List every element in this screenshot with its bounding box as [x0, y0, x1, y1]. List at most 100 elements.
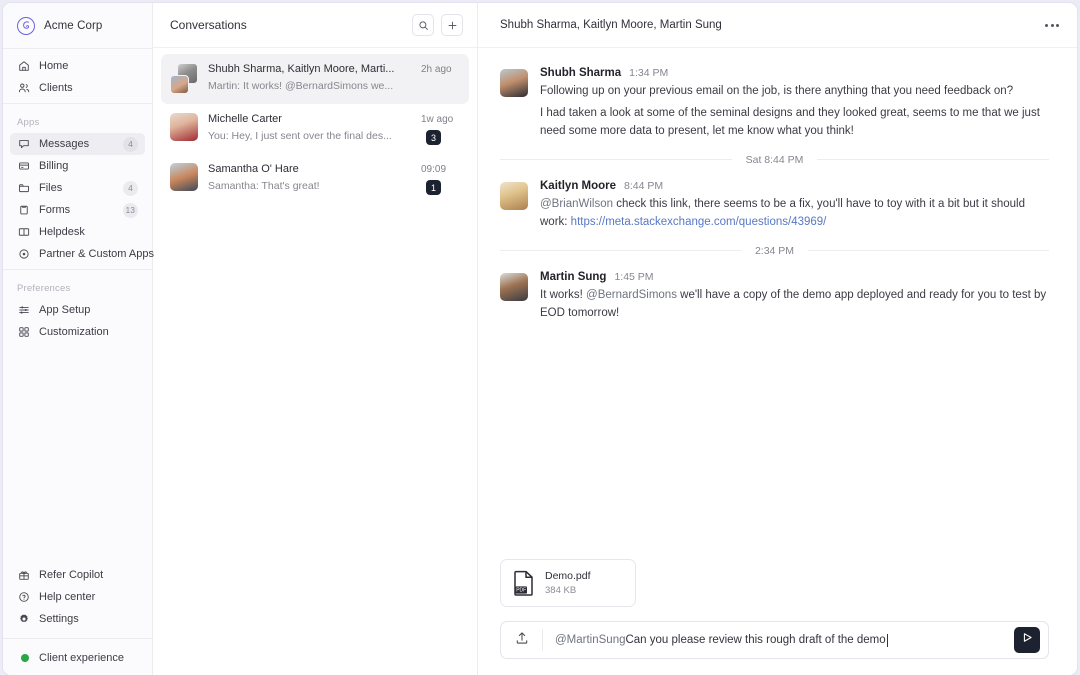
plus-icon [447, 20, 458, 31]
sidebar-item-partner-apps[interactable]: Partner & Custom Apps [10, 243, 145, 265]
svg-text:PDF: PDF [516, 588, 526, 594]
avatar [500, 182, 528, 210]
nav-group-main: Home Clients [3, 49, 152, 103]
forms-badge: 13 [123, 203, 138, 218]
status-dot-icon [17, 652, 30, 665]
sidebar-item-customization[interactable]: Customization [10, 321, 145, 343]
partner-icon [17, 248, 30, 261]
unread-badge: 3 [426, 130, 441, 145]
message-link[interactable]: https://meta.stackexchange.com/questions… [571, 216, 827, 228]
conversations-title: Conversations [170, 18, 405, 32]
conversation-preview: Samantha: That's great! [208, 180, 418, 192]
avatar-wrap [170, 113, 198, 145]
date-divider: Sat 8:44 PM [500, 145, 1049, 173]
forms-icon [17, 204, 30, 217]
send-button[interactable] [1014, 627, 1040, 653]
message-author: Shubh Sharma [540, 67, 621, 79]
mention[interactable]: @BrianWilson [540, 198, 613, 210]
sidebar-item-helpdesk-label: Helpdesk [39, 226, 138, 238]
sidebar-item-billing-label: Billing [39, 160, 138, 172]
conversation-items: Shubh Sharma, Kaitlyn Moore, Marti... 2h… [153, 48, 477, 204]
sidebar-item-helpdesk[interactable]: Helpdesk [10, 221, 145, 243]
attachment-filesize: 384 KB [545, 585, 591, 596]
sidebar-item-app-setup[interactable]: App Setup [10, 299, 145, 321]
files-icon [17, 182, 30, 195]
message-time: 1:34 PM [629, 67, 668, 79]
text-caret [887, 634, 888, 647]
message-author: Kaitlyn Moore [540, 180, 616, 192]
composer: PDF Demo.pdf 384 KB @MartinSung Can yo [478, 559, 1077, 675]
brand[interactable]: Acme Corp [3, 3, 152, 48]
messages-badge: 4 [123, 137, 138, 152]
mention[interactable]: @BernardSimons [586, 289, 677, 301]
sidebar-item-settings[interactable]: Settings [10, 608, 145, 630]
conversation-name: Michelle Carter [208, 113, 413, 125]
nav-group-preferences: Preferences App Setup [3, 270, 152, 347]
sidebar-item-clients-label: Clients [39, 82, 138, 94]
sidebar-item-help-center-label: Help center [39, 591, 138, 603]
sidebar-bottom: Refer Copilot Help center [3, 564, 152, 675]
message-time: 8:44 PM [624, 180, 663, 192]
conversation-time: 1w ago [421, 114, 453, 125]
brand-name: Acme Corp [44, 20, 102, 32]
time-divider-label: 2:34 PM [755, 245, 794, 257]
gear-icon [17, 613, 30, 626]
upload-icon [515, 631, 529, 650]
client-experience-label: Client experience [39, 652, 138, 664]
app-window: Acme Corp Home Clients [3, 3, 1077, 675]
sidebar-item-client-experience[interactable]: Client experience [10, 647, 145, 669]
message-input[interactable]: @MartinSung Can you please review this r… [543, 634, 1014, 647]
avatar [500, 69, 528, 97]
search-button[interactable] [412, 14, 434, 36]
sidebar-item-clients[interactable]: Clients [10, 77, 145, 99]
help-circle-icon [17, 591, 30, 604]
sidebar-item-files[interactable]: Files 4 [10, 177, 145, 199]
conversation-list-header: Conversations [153, 3, 477, 48]
sidebar-item-forms-label: Forms [39, 204, 114, 216]
conversation-item-group[interactable]: Shubh Sharma, Kaitlyn Moore, Marti... 2h… [161, 54, 469, 104]
avatar [170, 75, 189, 94]
new-conversation-button[interactable] [441, 14, 463, 36]
conversation-item-samantha-ohare[interactable]: Samantha O' Hare 09:09 Samantha: That's … [161, 154, 469, 204]
chat-title: Shubh Sharma, Kaitlyn Moore, Martin Sung [500, 19, 1045, 31]
message-icon [17, 138, 30, 151]
sidebar-item-messages[interactable]: Messages 4 [10, 133, 145, 155]
conversation-preview: Martin: It works! @BernardSimons we... [208, 80, 418, 92]
message-time: 1:45 PM [614, 271, 653, 283]
conversation-item-michelle-carter[interactable]: Michelle Carter 1w ago You: Hey, I just … [161, 104, 469, 154]
sidebar-item-help-center[interactable]: Help center [10, 586, 145, 608]
search-icon [418, 20, 429, 31]
conversation-time: 09:09 [421, 164, 446, 175]
pdf-file-icon: PDF [513, 570, 535, 596]
conversation-time: 2h ago [421, 64, 452, 75]
message-kaitlyn-moore: Kaitlyn Moore 8:44 PM @BrianWilson check… [500, 173, 1049, 236]
sidebar-item-messages-label: Messages [39, 138, 114, 150]
helpdesk-icon [17, 226, 30, 239]
acme-swirl-logo-icon [17, 17, 35, 35]
input-mention: @MartinSung [555, 634, 625, 646]
sidebar-item-forms[interactable]: Forms 13 [10, 199, 145, 221]
apps-section-label: Apps [3, 110, 152, 133]
sidebar-item-home[interactable]: Home [10, 55, 145, 77]
message-text: I had taken a look at some of the semina… [540, 104, 1049, 141]
more-horizontal-icon[interactable] [1045, 24, 1059, 27]
attachment-card[interactable]: PDF Demo.pdf 384 KB [500, 559, 636, 607]
message-body-text: It works! [540, 289, 586, 301]
sidebar-item-billing[interactable]: Billing [10, 155, 145, 177]
input-text: Can you please review this rough draft o… [625, 634, 885, 646]
avatar [500, 273, 528, 301]
billing-icon [17, 160, 30, 173]
avatar-stack [170, 63, 198, 95]
conversation-list-panel: Conversations [153, 3, 478, 675]
conversation-name: Samantha O' Hare [208, 163, 413, 175]
sidebar-divider-bottom [3, 638, 152, 639]
gift-icon [17, 569, 30, 582]
avatar [170, 163, 198, 191]
message-shubh-sharma: Shubh Sharma 1:34 PM Following up on you… [500, 60, 1049, 145]
upload-button[interactable] [501, 629, 543, 651]
attachment-info: Demo.pdf 384 KB [545, 570, 591, 596]
conversation-name: Shubh Sharma, Kaitlyn Moore, Marti... [208, 63, 413, 75]
files-badge: 4 [123, 181, 138, 196]
avatar-wrap [170, 163, 198, 195]
sidebar-item-refer-copilot[interactable]: Refer Copilot [10, 564, 145, 586]
